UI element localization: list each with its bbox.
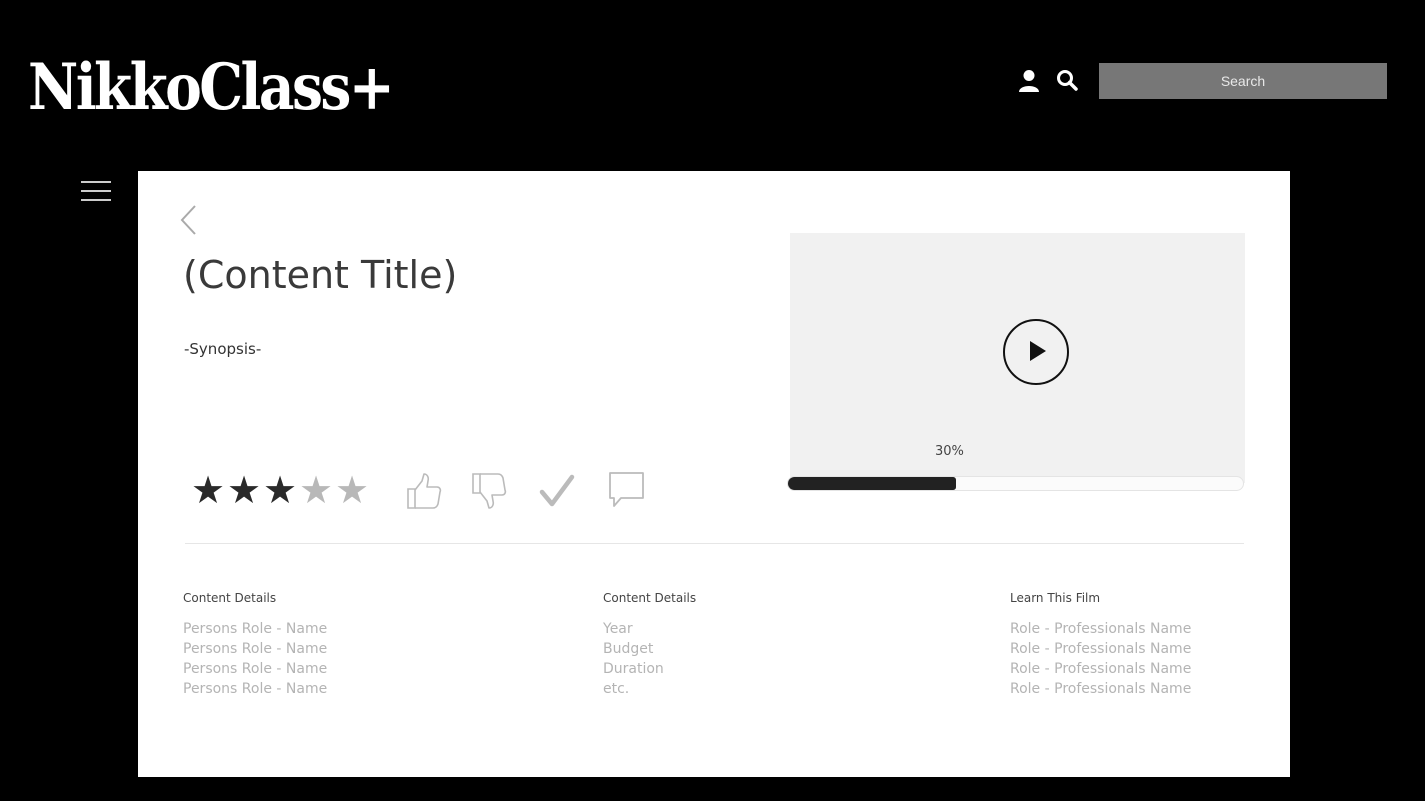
- learn-this-film-column: Learn This Film Role - Professionals Nam…: [1010, 591, 1191, 699]
- list-item[interactable]: Persons Role - Name: [183, 659, 327, 679]
- thumbs-up-icon[interactable]: [404, 471, 444, 511]
- check-icon[interactable]: [538, 473, 576, 509]
- list-item[interactable]: Role - Professionals Name: [1010, 639, 1191, 659]
- list-item[interactable]: Persons Role - Name: [183, 679, 327, 699]
- search-input[interactable]: [1099, 63, 1387, 99]
- progress-fill: [788, 477, 957, 490]
- synopsis: -Synopsis-: [184, 340, 262, 358]
- list-item[interactable]: Role - Professionals Name: [1010, 659, 1191, 679]
- back-icon[interactable]: [178, 203, 200, 237]
- column-heading: Content Details: [183, 591, 277, 605]
- star-icon[interactable]: ★: [299, 471, 333, 509]
- star-icon[interactable]: ★: [191, 471, 225, 509]
- list-item: etc.: [603, 681, 630, 697]
- comment-icon[interactable]: [607, 470, 647, 510]
- divider: [185, 543, 1244, 544]
- video-player[interactable]: [790, 233, 1245, 483]
- content-card: (Content Title) -Synopsis- ★★★★★ 30%: [138, 171, 1290, 777]
- star-icon[interactable]: ★: [227, 471, 261, 509]
- thumbs-down-icon[interactable]: [469, 471, 509, 511]
- content-title: (Content Title): [183, 253, 458, 297]
- app-logo[interactable]: NikkoClass+: [28, 48, 395, 128]
- list-item: Duration: [603, 661, 664, 677]
- menu-icon[interactable]: [81, 181, 111, 205]
- star-icon[interactable]: ★: [335, 471, 369, 509]
- progress-label: 30%: [935, 444, 964, 459]
- content-details-column-info: Content Details Year Budget Duration etc…: [603, 591, 696, 699]
- list-item[interactable]: Role - Professionals Name: [1010, 679, 1191, 699]
- column-heading: Learn This Film: [1010, 591, 1101, 605]
- list-item[interactable]: Persons Role - Name: [183, 639, 327, 659]
- progress-bar[interactable]: [787, 476, 1244, 491]
- list-item: Year: [603, 621, 633, 637]
- column-heading: Content Details: [603, 591, 697, 605]
- list-item[interactable]: Role - Professionals Name: [1010, 619, 1191, 639]
- star-rating[interactable]: ★ ★ ★ ★ ★: [191, 471, 369, 509]
- content-details-column-cast: Content Details Persons Role - Name Pers…: [183, 591, 327, 699]
- list-item: Budget: [603, 641, 654, 657]
- search-icon[interactable]: [1056, 69, 1078, 91]
- user-icon[interactable]: [1018, 69, 1040, 93]
- play-icon[interactable]: [1003, 319, 1069, 385]
- star-icon[interactable]: ★: [263, 471, 297, 509]
- list-item[interactable]: Persons Role - Name: [183, 619, 327, 639]
